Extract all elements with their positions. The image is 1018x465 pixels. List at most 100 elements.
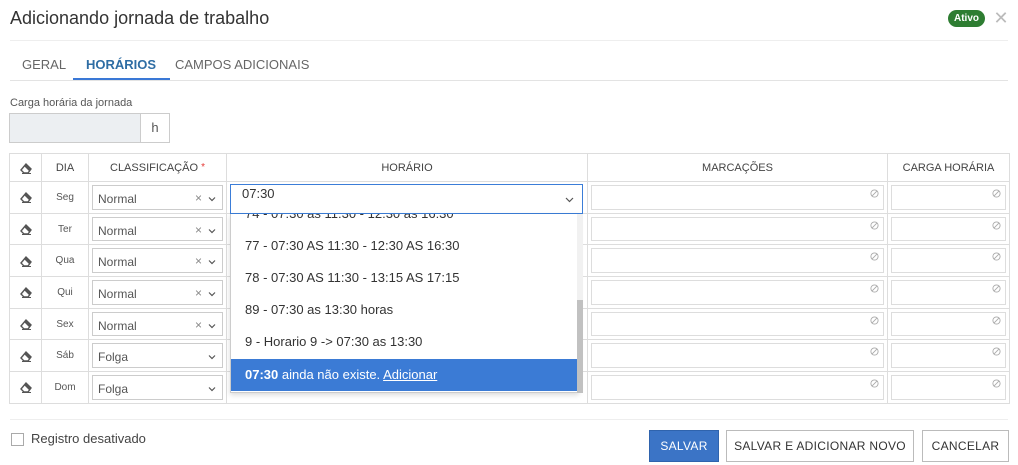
header-classificacao: CLASSIFICAÇÃO * (88, 153, 227, 182)
eraser-icon[interactable] (19, 285, 33, 299)
create-option[interactable]: 07:30 ainda não existe. Adicionar (231, 359, 578, 391)
classificacao-value: Folga (98, 350, 129, 365)
clear-icon[interactable]: × (195, 318, 202, 332)
table-header-row: DIA CLASSIFICAÇÃO * HORÁRIO MARCAÇÕES CA… (9, 153, 1010, 182)
classificacao-select[interactable]: Normal × (92, 280, 223, 305)
carga-horaria-label: Carga horária da jornada (10, 97, 133, 109)
carga-field (891, 248, 1006, 274)
marcacoes-field (591, 248, 884, 274)
cancel-button[interactable]: CANCELAR (922, 430, 1009, 462)
carga-cell (887, 244, 1010, 278)
marcacoes-field (591, 311, 884, 337)
day-cell: Sex (41, 307, 89, 341)
clear-icon[interactable]: × (195, 286, 202, 300)
disabled-icon (992, 221, 1001, 230)
day-cell: Ter (41, 212, 89, 246)
marcacoes-cell (587, 371, 888, 404)
classificacao-value: Normal (98, 287, 137, 302)
row-clear[interactable] (9, 244, 42, 278)
header-classificacao-label: CLASSIFICAÇÃO (110, 161, 199, 174)
eraser-icon[interactable] (19, 254, 33, 268)
dropdown-option[interactable]: 74 - 07:30 as 11:30 - 12:30 as 16:30 (231, 214, 578, 230)
carga-field (891, 280, 1006, 305)
row-clear[interactable] (9, 371, 42, 404)
day-cell: Qui (41, 276, 89, 309)
day-label: Sáb (56, 350, 74, 362)
marcacoes-cell (587, 339, 888, 373)
disabled-icon (992, 252, 1001, 261)
dropdown-scrollbar-thumb[interactable] (577, 300, 583, 393)
save-button[interactable]: SALVAR (649, 430, 719, 462)
classificacao-select[interactable]: Folga (92, 375, 223, 400)
chevron-down-icon[interactable] (565, 195, 574, 204)
tab-horarios[interactable]: HORÁRIOS (86, 57, 156, 72)
registro-desativado-checkbox[interactable] (11, 433, 24, 446)
eraser-icon[interactable] (19, 190, 33, 204)
carga-cell (887, 307, 1010, 341)
carga-field (891, 216, 1006, 242)
header-horario: HORÁRIO (226, 153, 588, 182)
row-clear[interactable] (9, 212, 42, 246)
classificacao-cell: Folga (88, 371, 227, 404)
eraser-icon[interactable] (19, 349, 33, 363)
horario-search-value[interactable]: 07:30 (242, 186, 275, 201)
dropdown-option[interactable]: 78 - 07:30 AS 11:30 - 13:15 AS 17:15 (231, 262, 578, 294)
carga-horaria-unit: h (140, 113, 170, 143)
day-label: Ter (58, 223, 72, 235)
carga-horaria-input[interactable] (9, 113, 140, 143)
disabled-icon (870, 379, 879, 388)
horario-select-input[interactable]: 07:30 (230, 184, 583, 214)
close-icon[interactable]: ✕ (992, 8, 1010, 29)
marcacoes-field (591, 343, 884, 369)
classificacao-select[interactable]: Normal × (92, 311, 223, 337)
marcacoes-cell (587, 276, 888, 309)
registro-desativado-label: Registro desativado (31, 431, 146, 446)
carga-cell (887, 181, 1010, 214)
carga-field (891, 311, 1006, 337)
eraser-icon[interactable] (19, 317, 33, 331)
row-clear[interactable] (9, 276, 42, 309)
modal-title: Adicionando jornada de trabalho (10, 8, 270, 28)
chevron-down-icon[interactable] (208, 195, 216, 203)
disabled-icon (992, 189, 1001, 198)
chevron-down-icon[interactable] (208, 353, 216, 361)
carga-cell (887, 276, 1010, 309)
chevron-down-icon[interactable] (208, 385, 216, 393)
eraser-icon[interactable] (19, 380, 33, 394)
header-carga: CARGA HORÁRIA (887, 153, 1010, 182)
classificacao-select[interactable]: Normal × (92, 185, 223, 210)
chevron-down-icon[interactable] (208, 290, 216, 298)
tab-geral[interactable]: GERAL (22, 57, 66, 72)
classificacao-cell: Normal × (88, 244, 227, 278)
disabled-icon (870, 221, 879, 230)
row-clear[interactable] (9, 181, 42, 214)
clear-icon[interactable]: × (195, 223, 202, 237)
clear-icon[interactable]: × (195, 254, 202, 268)
classificacao-select[interactable]: Normal × (92, 216, 223, 242)
classificacao-cell: Folga (88, 339, 227, 373)
classificacao-select[interactable]: Folga (92, 343, 223, 369)
dropdown-option[interactable]: 89 - 07:30 as 13:30 horas (231, 294, 578, 326)
day-label: Dom (54, 381, 76, 393)
disabled-icon (870, 252, 879, 261)
chevron-down-icon[interactable] (208, 258, 216, 266)
dropdown-option[interactable]: 77 - 07:30 AS 11:30 - 12:30 AS 16:30 (231, 230, 578, 262)
save-add-new-button[interactable]: SALVAR E ADICIONAR NOVO (726, 430, 914, 462)
header-marcacoes: MARCAÇÕES (587, 153, 888, 182)
day-cell: Qua (41, 244, 89, 278)
carga-cell (887, 371, 1010, 404)
chevron-down-icon[interactable] (208, 322, 216, 330)
carga-field (891, 375, 1006, 400)
disabled-icon (870, 284, 879, 293)
row-clear[interactable] (9, 339, 42, 373)
chevron-down-icon[interactable] (208, 227, 216, 235)
classificacao-select[interactable]: Normal × (92, 248, 223, 274)
day-label: Sex (56, 318, 74, 330)
clear-icon[interactable]: × (195, 191, 202, 205)
row-clear[interactable] (9, 307, 42, 341)
tab-campos-adicionais[interactable]: CAMPOS ADICIONAIS (175, 57, 309, 72)
dropdown-option[interactable]: 9 - Horario 9 -> 07:30 as 13:30 (231, 326, 578, 358)
marcacoes-cell (587, 181, 888, 214)
eraser-icon[interactable] (19, 222, 33, 236)
adicionar-link[interactable]: Adicionar (383, 367, 437, 382)
